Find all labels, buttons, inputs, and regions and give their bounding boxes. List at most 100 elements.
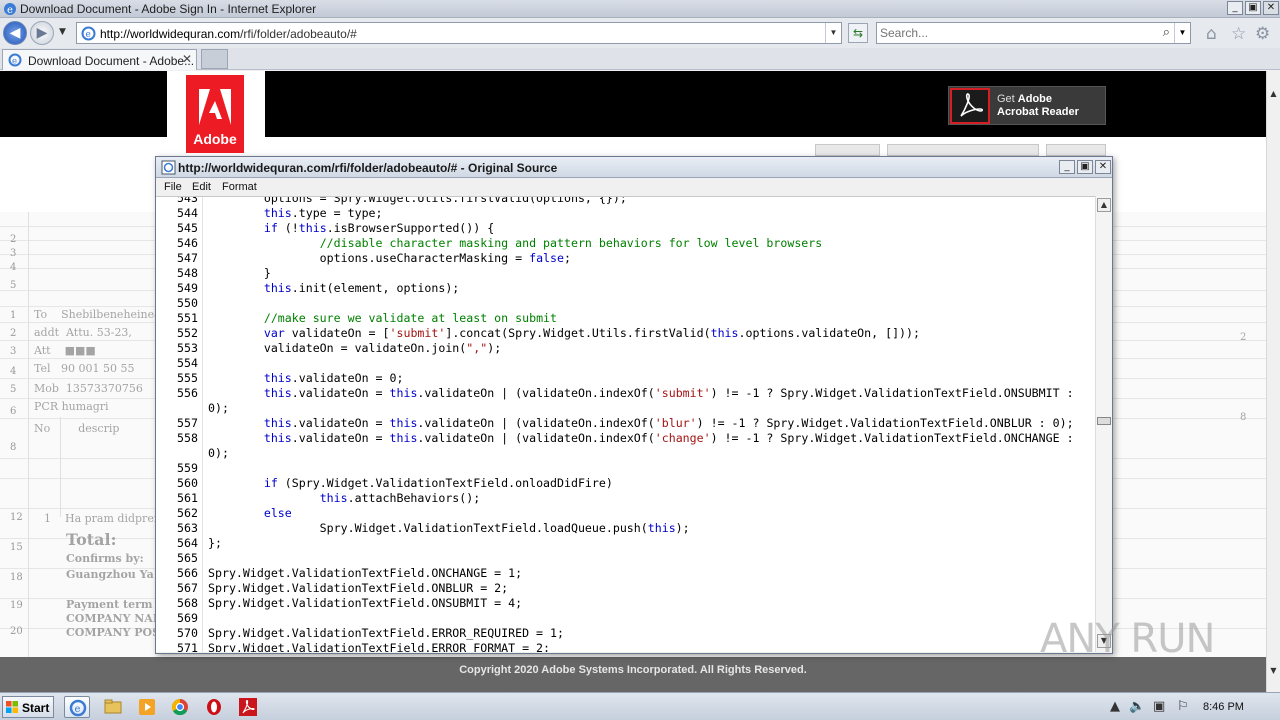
- network-icon[interactable]: ▣: [1153, 699, 1165, 714]
- source-line: 555 this.validateOn = 0;: [156, 371, 1095, 386]
- line-text: this.validateOn = 0;: [263, 371, 404, 385]
- refresh-button[interactable]: ⇆: [848, 23, 868, 43]
- taskbar-opera[interactable]: [201, 696, 227, 718]
- svg-text:e: e: [12, 57, 17, 67]
- menu-format[interactable]: Format: [222, 181, 257, 193]
- address-dropdown[interactable]: ▼: [825, 23, 841, 43]
- source-line: 556 this.validateOn = this.validateOn | …: [156, 386, 1095, 401]
- source-line: 547 options.useCharacterMasking = false;: [156, 251, 1095, 266]
- line-text: 0);: [208, 446, 229, 460]
- favorites-star-icon[interactable]: ☆: [1231, 24, 1246, 44]
- new-tab-button[interactable]: [201, 49, 228, 69]
- source-minimize-button[interactable]: _: [1059, 160, 1075, 174]
- source-menu-bar: File Edit Format: [156, 178, 1112, 196]
- source-title-bar: http://worldwidequran.com/rfi/folder/ado…: [156, 157, 1112, 178]
- source-close-button[interactable]: ✕: [1095, 160, 1111, 174]
- page-scrollbar[interactable]: ▲ ▼: [1266, 71, 1280, 692]
- line-text: }: [208, 266, 271, 280]
- header-tab-3[interactable]: [1046, 144, 1106, 156]
- back-button[interactable]: ◀: [3, 21, 27, 45]
- line-number: 566: [177, 566, 198, 580]
- source-maximize-button[interactable]: ▣: [1077, 160, 1093, 174]
- ie-logo-icon: e: [4, 3, 16, 16]
- line-number: 570: [177, 626, 198, 640]
- search-input[interactable]: [880, 25, 1150, 41]
- chrome-icon: [171, 698, 188, 716]
- media-player-icon: [139, 699, 155, 715]
- tools-gear-icon[interactable]: ⚙: [1255, 24, 1270, 44]
- taskbar-acrobat[interactable]: [235, 696, 261, 718]
- line-text: if (!this.isBrowserSupported()) {: [263, 221, 495, 235]
- source-line: 564};: [156, 536, 1095, 551]
- source-line: 0);: [156, 446, 1095, 461]
- source-line: 565: [156, 551, 1095, 566]
- taskbar-clock[interactable]: 8:46 PM: [1203, 701, 1244, 713]
- source-line: 544 this.type = type;: [156, 206, 1095, 221]
- line-number: 551: [177, 311, 198, 325]
- source-line: 553 validateOn = validateOn.join(",");: [156, 341, 1095, 356]
- source-code-area[interactable]: 543 options = Spry.Widget.Utils.firstVal…: [156, 196, 1095, 652]
- recent-pages-dropdown[interactable]: ▼: [59, 27, 66, 37]
- forward-button[interactable]: ▶: [30, 21, 54, 45]
- tray-expand-icon[interactable]: ▲: [1110, 699, 1120, 714]
- svg-text:e: e: [86, 30, 91, 40]
- tab-close-icon[interactable]: ✕: [182, 52, 192, 66]
- source-window-title: http://worldwidequran.com/rfi/folder/ado…: [178, 161, 558, 175]
- line-number: 546: [177, 236, 198, 250]
- taskbar-explorer[interactable]: [100, 696, 126, 718]
- minimize-button[interactable]: _: [1227, 1, 1243, 15]
- maximize-button[interactable]: ▣: [1245, 1, 1261, 15]
- get-acrobat-reader-link[interactable]: Get Adobe Acrobat Reader: [948, 86, 1106, 125]
- action-center-flag-icon[interactable]: ⚐: [1177, 699, 1189, 714]
- line-text: };: [208, 536, 222, 550]
- acrobat-reader-icon: [950, 88, 990, 124]
- taskbar-internet-explorer[interactable]: e: [64, 696, 90, 718]
- line-number: 547: [177, 251, 198, 265]
- home-icon[interactable]: ⌂: [1206, 24, 1217, 44]
- view-source-window: http://worldwidequran.com/rfi/folder/ado…: [155, 156, 1113, 654]
- line-number: 571: [177, 641, 198, 652]
- line-number: 561: [177, 491, 198, 505]
- page-scroll-up-arrow-icon[interactable]: ▲: [1267, 87, 1280, 101]
- line-text: Spry.Widget.ValidationTextField.ONBLUR =…: [208, 581, 509, 595]
- line-number: 549: [177, 281, 198, 295]
- reader-get-text: Get: [997, 93, 1018, 105]
- line-text: this.validateOn = this.validateOn | (val…: [263, 416, 1074, 430]
- start-label: Start: [22, 701, 50, 715]
- source-scrollbar[interactable]: ▲ ▼: [1095, 196, 1112, 652]
- menu-file[interactable]: File: [164, 181, 182, 193]
- header-tab-1[interactable]: [815, 144, 880, 156]
- line-number: 555: [177, 371, 198, 385]
- volume-icon[interactable]: 🔈: [1129, 699, 1145, 714]
- source-line: 559: [156, 461, 1095, 476]
- source-scroll-thumb[interactable]: [1097, 417, 1111, 425]
- close-window-button[interactable]: ✕: [1263, 1, 1279, 15]
- line-text: //disable character masking and pattern …: [319, 236, 823, 250]
- tab-download-document[interactable]: e Download Document - Adobe... ✕: [2, 49, 197, 70]
- line-text: this.validateOn = this.validateOn | (val…: [263, 386, 1074, 400]
- adobe-logo: Adobe: [186, 75, 244, 153]
- source-page-icon: [161, 160, 176, 175]
- search-field[interactable]: ⌕ ▼: [876, 22, 1191, 44]
- line-text: this.attachBehaviors();: [319, 491, 481, 505]
- page-scroll-down-arrow-icon[interactable]: ▼: [1267, 664, 1280, 678]
- address-toolbar: ◀ ▶ ▼ e http://worldwidequran.com/rfi/fo…: [0, 18, 1280, 48]
- tab-bar: e Download Document - Adobe... ✕: [0, 48, 1280, 70]
- search-icon[interactable]: ⌕: [1163, 25, 1170, 40]
- menu-edit[interactable]: Edit: [192, 181, 211, 193]
- svg-text:e: e: [75, 704, 81, 715]
- window-title: Download Document - Adobe Sign In - Inte…: [20, 2, 317, 16]
- line-text: 0);: [208, 401, 229, 415]
- source-scroll-up-arrow-icon[interactable]: ▲: [1097, 198, 1111, 212]
- acrobat-taskbar-icon: [239, 698, 257, 716]
- line-number: 565: [177, 551, 198, 565]
- line-number: 545: [177, 221, 198, 235]
- start-button[interactable]: Start: [2, 696, 54, 718]
- taskbar-media-player[interactable]: [134, 696, 160, 718]
- source-line: 548 }: [156, 266, 1095, 281]
- header-tab-2[interactable]: [887, 144, 1039, 156]
- search-dropdown[interactable]: ▼: [1174, 23, 1190, 43]
- taskbar-chrome[interactable]: [167, 696, 193, 718]
- address-field[interactable]: e http://worldwidequran.com/rfi/folder/a…: [76, 22, 842, 44]
- adobe-a-icon: [199, 89, 231, 125]
